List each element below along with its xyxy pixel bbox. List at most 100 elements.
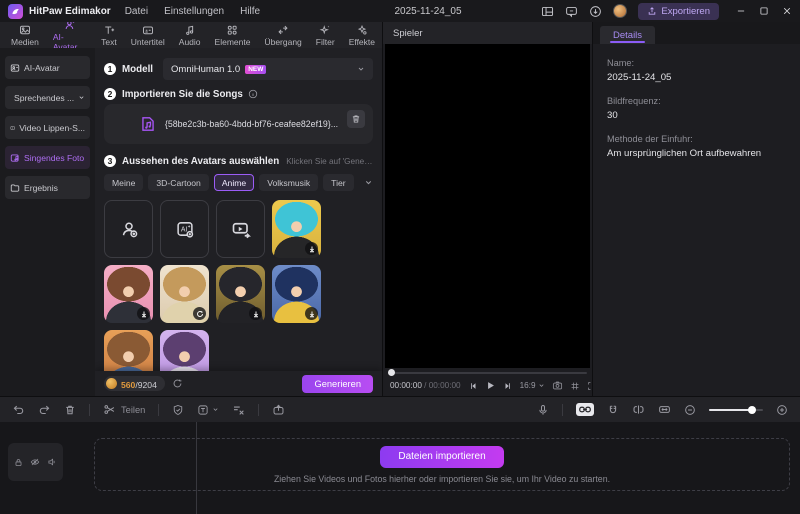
singing-photo-icon: [10, 153, 19, 162]
generate-button[interactable]: Generieren: [302, 374, 373, 393]
refresh-credits-icon[interactable]: [172, 378, 183, 389]
seek-handle[interactable]: [388, 368, 395, 376]
elements-icon: [228, 25, 238, 35]
tab-uebergang[interactable]: Übergang: [257, 24, 308, 47]
menu-datei[interactable]: Datei: [125, 6, 148, 17]
step-1-badge: 1: [104, 63, 116, 75]
text-tool-button[interactable]: [197, 404, 219, 416]
feedback-icon[interactable]: [565, 5, 578, 18]
song-file-card[interactable]: {58be2c3b-ba60-4bdd-bf76-ceafee82ef19}..…: [104, 104, 373, 144]
split-button[interactable]: Teilen: [103, 403, 145, 416]
category-meine[interactable]: Meine: [104, 174, 144, 191]
sidebar-item-ai-avatar[interactable]: AI-Avatar: [5, 56, 90, 79]
id-card-icon: [10, 63, 20, 72]
layout-panels-icon[interactable]: [541, 5, 554, 18]
badge-tool-icon[interactable]: [172, 404, 184, 416]
timeline-area[interactable]: Dateien importieren Ziehen Sie Videos un…: [0, 422, 800, 514]
download-icon[interactable]: [305, 242, 318, 255]
redo-icon[interactable]: [38, 403, 51, 416]
timeline-toolbar: Teilen: [0, 396, 800, 422]
snapshot-icon[interactable]: [552, 380, 563, 391]
step-model-row: 1 Modell OmniHuman 1.0 NEW: [104, 58, 373, 80]
timeline-toolbar-right: [537, 403, 788, 416]
download-icon[interactable]: [305, 307, 318, 320]
minimize-button[interactable]: [736, 6, 746, 16]
field-value: Am ursprünglichen Ort aufbewahren: [607, 148, 762, 159]
category-anime[interactable]: Anime: [213, 174, 255, 191]
info-icon[interactable]: [248, 89, 258, 99]
next-frame-button[interactable]: [503, 381, 513, 391]
caption-icon: [142, 26, 153, 34]
previous-frame-button[interactable]: [468, 381, 478, 391]
export-clip-icon[interactable]: [272, 403, 285, 416]
fit-timeline-icon[interactable]: [658, 403, 671, 416]
video-template-cell[interactable]: [216, 200, 265, 258]
aspect-ratio-select[interactable]: 16:9: [520, 381, 545, 390]
delete-song-button[interactable]: [347, 110, 365, 128]
tab-untertitel[interactable]: Untertitel: [124, 24, 172, 47]
avatar-thumbnail[interactable]: [216, 265, 265, 323]
split-view-icon[interactable]: [632, 403, 645, 416]
avatar-thumbnail[interactable]: [160, 265, 209, 323]
category-volksmusik[interactable]: Volksmusik: [259, 174, 319, 191]
avatar-thumbnail[interactable]: [272, 200, 321, 258]
player-panel: Spieler 00:00:00 / 00:00:00 16:9: [383, 22, 596, 396]
lock-track-icon[interactable]: [14, 458, 23, 467]
tab-elemente[interactable]: Elemente: [208, 24, 258, 47]
close-button[interactable]: [782, 6, 792, 16]
play-button[interactable]: [485, 380, 496, 391]
import-files-button[interactable]: Dateien importieren: [380, 445, 504, 468]
tab-details[interactable]: Details: [600, 26, 656, 44]
model-select[interactable]: OmniHuman 1.0 NEW: [163, 58, 373, 80]
category-3d-cartoon[interactable]: 3D-Cartoon: [148, 174, 209, 191]
grid-overlay-icon[interactable]: [570, 381, 580, 391]
tab-medien[interactable]: Medien: [4, 24, 46, 47]
user-avatar[interactable]: [613, 4, 628, 18]
sidebar-item-video-lippen[interactable]: Video Lippen-S...: [5, 116, 90, 139]
close-gap-icon[interactable]: [232, 403, 245, 416]
divider: [562, 403, 563, 416]
tab-ai-avatar[interactable]: AI-Avatar: [46, 19, 94, 52]
sidebar-item-singendes-foto[interactable]: Singendes Foto: [5, 146, 90, 169]
download-icon[interactable]: [249, 307, 262, 320]
zoom-slider-handle[interactable]: [748, 405, 757, 414]
undo-icon[interactable]: [12, 403, 25, 416]
link-clips-toggle[interactable]: [576, 403, 594, 416]
chevron-down-icon[interactable]: [364, 178, 373, 187]
avatar-thumbnail[interactable]: [104, 265, 153, 323]
step-songs-row: 2 Importieren Sie die Songs: [104, 88, 373, 100]
drop-hint-text: Ziehen Sie Videos und Fotos hierher oder…: [273, 473, 611, 484]
chevron-down-icon: [78, 94, 85, 101]
zoom-in-icon[interactable]: [776, 404, 788, 416]
ai-generate-cell[interactable]: AI: [160, 200, 209, 258]
video-preview[interactable]: [385, 44, 590, 368]
sidebar-item-ergebnis[interactable]: Ergebnis: [5, 176, 90, 199]
menu-einstellungen[interactable]: Einstellungen: [164, 6, 224, 17]
tab-filter[interactable]: Filter: [309, 24, 342, 47]
seek-track[interactable]: [388, 368, 587, 376]
delete-clip-icon[interactable]: [64, 404, 76, 416]
timeline-zoom-slider[interactable]: [709, 405, 763, 414]
microphone-icon[interactable]: [537, 404, 549, 416]
category-tier[interactable]: Tier: [323, 174, 354, 191]
add-photo-cell[interactable]: [104, 200, 153, 258]
tab-text[interactable]: Text: [94, 24, 124, 47]
export-button[interactable]: Exportieren: [638, 2, 719, 20]
maximize-button[interactable]: [759, 6, 769, 16]
main-content: Medien AI-Avatar Text Untertitel Audio E…: [0, 19, 800, 396]
divider: [158, 403, 160, 416]
sidebar-item-sprechendes-foto[interactable]: Sprechendes ...: [5, 86, 90, 109]
mute-track-icon[interactable]: [47, 457, 57, 467]
add-person-icon: [122, 222, 137, 238]
hide-track-icon[interactable]: [30, 457, 40, 467]
avatar-thumbnail[interactable]: [272, 265, 321, 323]
magnet-snap-icon[interactable]: [607, 404, 619, 416]
media-drop-zone[interactable]: Dateien importieren Ziehen Sie Videos un…: [94, 438, 790, 491]
download-manager-icon[interactable]: [589, 5, 602, 18]
zoom-out-icon[interactable]: [684, 404, 696, 416]
player-seekbar[interactable]: [383, 368, 592, 377]
download-icon[interactable]: [137, 307, 150, 320]
tab-audio[interactable]: Audio: [172, 24, 208, 47]
tab-effekte[interactable]: Effekte: [342, 24, 382, 47]
menu-hilfe[interactable]: Hilfe: [240, 6, 260, 17]
